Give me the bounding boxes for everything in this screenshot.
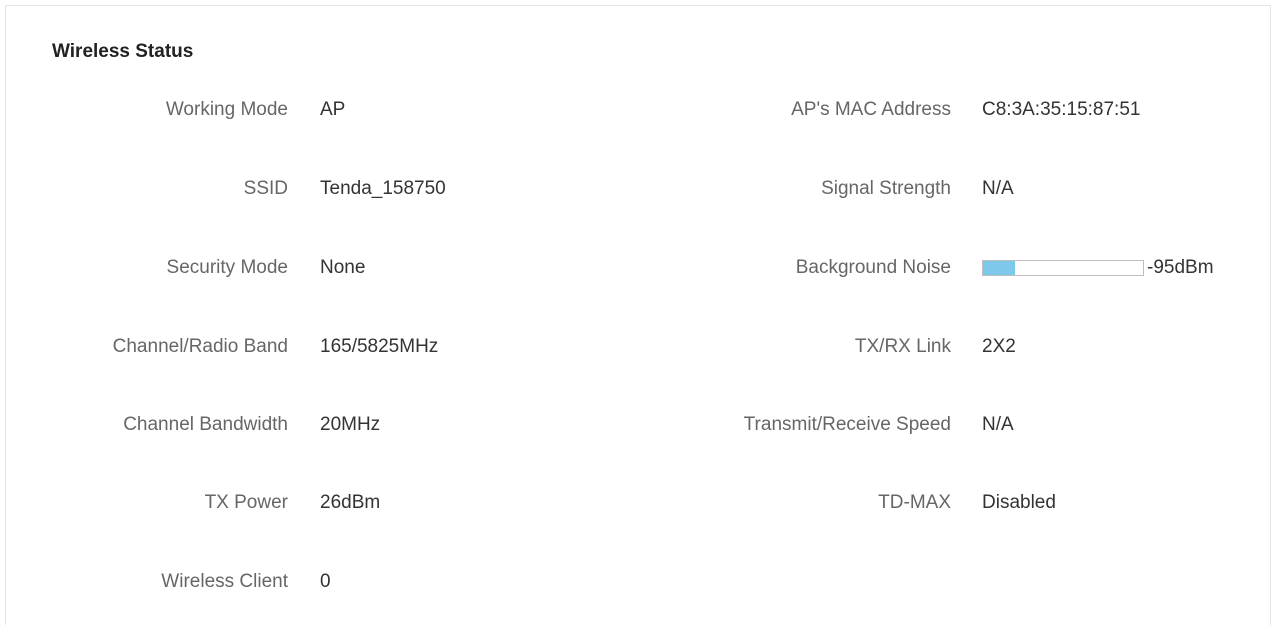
td-max-label: TD-MAX [878, 492, 951, 513]
panel-title: Wireless Status [52, 41, 194, 62]
background-noise-label: Background Noise [795, 257, 951, 278]
background-noise-meter: -95dBm [982, 257, 1214, 278]
wireless-client-label: Wireless Client [161, 571, 288, 592]
background-noise-row: Background Noise -95dBm [0, 256, 1277, 280]
tx-rx-link-row: TX/RX Link 2X2 [0, 335, 1277, 359]
background-noise-bar [982, 260, 1144, 276]
transmit-receive-speed-row: Transmit/Receive Speed N/A [0, 413, 1277, 437]
wireless-client-value: 0 [320, 571, 331, 592]
wireless-client-row: Wireless Client 0 [0, 570, 640, 594]
ap-mac-address-label: AP's MAC Address [791, 99, 951, 120]
tx-rx-link-value: 2X2 [982, 336, 1016, 357]
signal-strength-value: N/A [982, 178, 1014, 199]
ap-mac-address-row: AP's MAC Address C8:3A:35:15:87:51 [0, 98, 1277, 122]
transmit-receive-speed-value: N/A [982, 414, 1014, 435]
background-noise-fill [983, 261, 1015, 275]
td-max-row: TD-MAX Disabled [0, 491, 1277, 515]
background-noise-value: -95dBm [1147, 257, 1214, 278]
transmit-receive-speed-label: Transmit/Receive Speed [743, 414, 951, 435]
ap-mac-address-value: C8:3A:35:15:87:51 [982, 99, 1141, 120]
td-max-value: Disabled [982, 492, 1056, 513]
signal-strength-row: Signal Strength N/A [0, 177, 1277, 201]
tx-rx-link-label: TX/RX Link [854, 336, 951, 357]
signal-strength-label: Signal Strength [821, 178, 951, 199]
